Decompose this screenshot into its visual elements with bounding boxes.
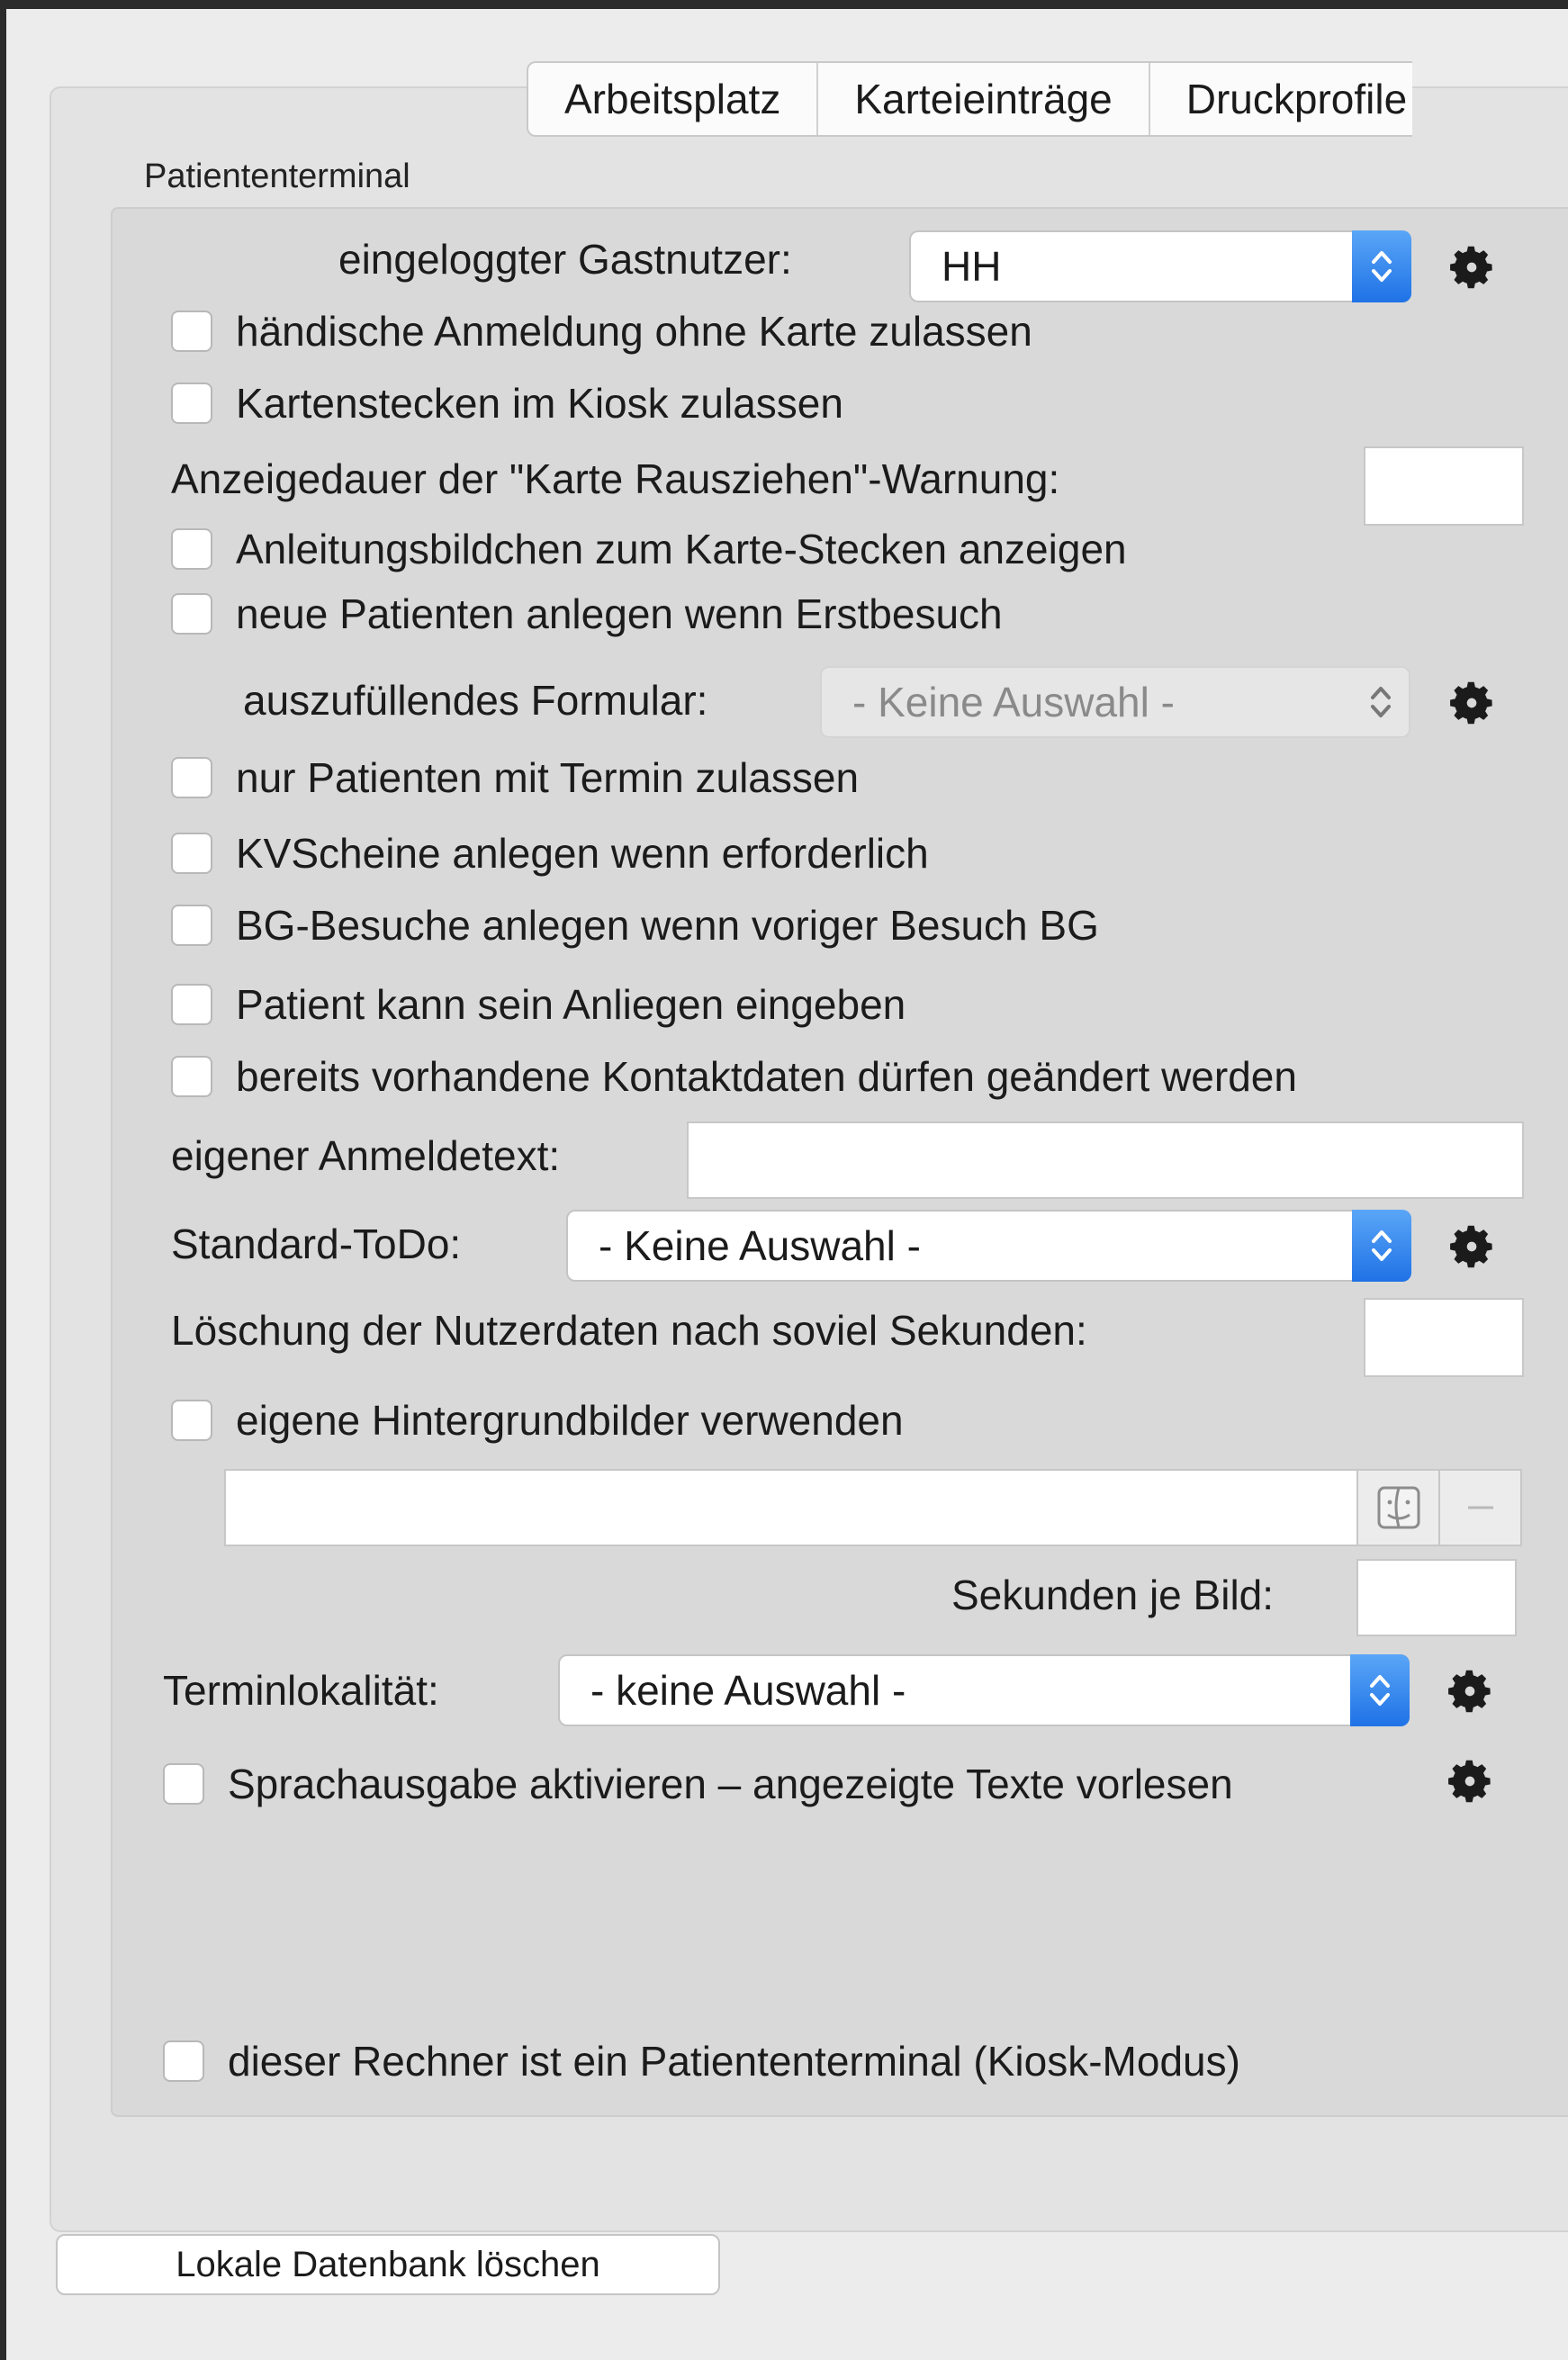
kv-scheine-option[interactable]: KVScheine anlegen wenn erforderlich — [171, 828, 929, 878]
kiosk-mode-label: dieser Rechner ist ein Patiententerminal… — [228, 2038, 1240, 2085]
tab-druckprofile[interactable]: Druckprofile — [1150, 63, 1412, 135]
contact-change-label: bereits vorhandene Kontaktdaten dürfen g… — [236, 1053, 1297, 1100]
speech-label: Sprachausgabe aktivieren – angezeigte Te… — [228, 1761, 1233, 1807]
bg-images-option[interactable]: eigene Hintergrundbilder verwenden — [171, 1395, 904, 1446]
new-patients-label: neue Patienten anlegen wenn Erstbesuch — [236, 590, 1003, 637]
tab-arbeitsplatz[interactable]: Arbeitsplatz — [528, 63, 819, 135]
gear-icon[interactable] — [1446, 677, 1498, 729]
card-pictures-option[interactable]: Anleitungsbildchen zum Karte-Stecken anz… — [171, 524, 1127, 574]
warning-duration-field[interactable] — [1364, 446, 1524, 526]
card-insert-checkbox[interactable] — [171, 383, 212, 424]
remove-path-button[interactable] — [1440, 1471, 1520, 1545]
new-patients-checkbox[interactable] — [171, 593, 212, 635]
only-appointment-label: nur Patienten mit Termin zulassen — [236, 754, 860, 801]
kiosk-mode-checkbox[interactable] — [163, 2040, 204, 2082]
chevron-updown-icon — [1352, 1210, 1411, 1282]
location-popup[interactable]: - keine Auswahl - — [558, 1654, 1410, 1726]
group-title: Patiententerminal — [144, 158, 410, 195]
standard-todo-label: Standard-ToDo: — [171, 1221, 462, 1267]
bg-images-checkbox[interactable] — [171, 1400, 212, 1441]
choose-folder-button[interactable] — [1358, 1471, 1440, 1545]
kiosk-mode-option[interactable]: dieser Rechner ist ein Patiententerminal… — [163, 2036, 1240, 2086]
deletion-field[interactable] — [1364, 1298, 1524, 1377]
bg-visits-label: BG-Besuche anlegen wenn voriger Besuch B… — [236, 902, 1099, 949]
bg-path-field[interactable] — [224, 1469, 1358, 1546]
gear-icon[interactable] — [1446, 241, 1498, 293]
form-popup[interactable]: - Keine Auswahl - — [820, 666, 1410, 738]
gear-icon[interactable] — [1444, 1755, 1496, 1807]
only-appointment-checkbox[interactable] — [171, 757, 212, 798]
contact-change-option[interactable]: bereits vorhandene Kontaktdaten dürfen g… — [171, 1051, 1297, 1102]
manual-login-checkbox[interactable] — [171, 311, 212, 352]
speech-option[interactable]: Sprachausgabe aktivieren – angezeigte Te… — [163, 1759, 1233, 1809]
standard-todo-value: - Keine Auswahl - — [599, 1222, 921, 1269]
location-value: - keine Auswahl - — [590, 1667, 906, 1714]
speech-checkbox[interactable] — [163, 1763, 204, 1805]
guest-user-label: eingeloggter Gastnutzer: — [338, 236, 792, 283]
chevron-updown-icon — [1351, 666, 1410, 738]
guest-user-popup[interactable]: HH — [909, 230, 1411, 302]
bg-visits-checkbox[interactable] — [171, 905, 212, 946]
card-pictures-label: Anleitungsbildchen zum Karte-Stecken anz… — [236, 526, 1127, 572]
minus-icon — [1467, 1506, 1493, 1509]
contact-change-checkbox[interactable] — [171, 1056, 212, 1097]
deletion-label: Löschung der Nutzerdaten nach soviel Sek… — [171, 1307, 1087, 1354]
patient-terminal-group: eingeloggter Gastnutzer: HH händische An… — [111, 207, 1568, 2117]
delete-local-database-button[interactable]: Lokale Datenbank löschen — [56, 2234, 720, 2295]
manual-login-label: händische Anmeldung ohne Karte zulassen — [236, 308, 1032, 355]
chevron-updown-icon — [1352, 230, 1411, 302]
kv-scheine-checkbox[interactable] — [171, 833, 212, 874]
new-patients-option[interactable]: neue Patienten anlegen wenn Erstbesuch — [171, 589, 1003, 639]
tab-bar: Arbeitsplatz Karteieinträge Druckprofile — [527, 61, 1413, 137]
concern-label: Patient kann sein Anliegen eingeben — [236, 981, 906, 1028]
bg-images-label: eigene Hintergrundbilder verwenden — [236, 1397, 904, 1444]
seconds-per-image-field[interactable] — [1356, 1559, 1517, 1636]
concern-checkbox[interactable] — [171, 984, 212, 1025]
location-label: Terminlokalität: — [163, 1667, 439, 1714]
only-appointment-option[interactable]: nur Patienten mit Termin zulassen — [171, 752, 859, 803]
login-text-field[interactable] — [687, 1121, 1524, 1199]
login-text-label: eigener Anmeldetext: — [171, 1132, 561, 1179]
form-label: auszufüllendes Formular: — [243, 677, 708, 724]
bg-path-buttons — [1356, 1469, 1522, 1546]
card-pictures-checkbox[interactable] — [171, 528, 212, 570]
bg-visits-option[interactable]: BG-Besuche anlegen wenn voriger Besuch B… — [171, 900, 1099, 950]
seconds-per-image-label: Sekunden je Bild: — [951, 1572, 1275, 1618]
concern-option[interactable]: Patient kann sein Anliegen eingeben — [171, 979, 906, 1030]
gear-icon[interactable] — [1446, 1221, 1498, 1273]
kv-scheine-label: KVScheine anlegen wenn erforderlich — [236, 830, 929, 877]
warning-duration-label: Anzeigedauer der "Karte Rausziehen"-Warn… — [171, 455, 1060, 502]
finder-icon — [1377, 1486, 1419, 1529]
guest-user-value: HH — [942, 243, 1002, 290]
standard-todo-popup[interactable]: - Keine Auswahl - — [566, 1210, 1411, 1282]
chevron-updown-icon — [1350, 1654, 1410, 1726]
form-value: - Keine Auswahl - — [852, 679, 1175, 725]
tab-karteieintraege[interactable]: Karteieinträge — [818, 63, 1150, 135]
manual-login-option[interactable]: händische Anmeldung ohne Karte zulassen — [171, 306, 1032, 356]
card-insert-label: Kartenstecken im Kiosk zulassen — [236, 380, 843, 427]
preferences-window: Arbeitsplatz Karteieinträge Druckprofile… — [6, 9, 1568, 2360]
gear-icon[interactable] — [1444, 1665, 1496, 1717]
card-insert-option[interactable]: Kartenstecken im Kiosk zulassen — [171, 378, 843, 428]
